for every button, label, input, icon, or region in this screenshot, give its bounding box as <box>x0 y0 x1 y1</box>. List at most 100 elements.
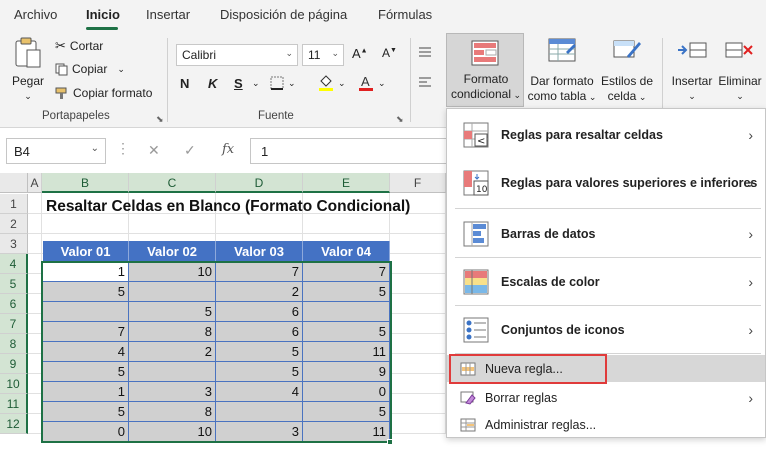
table-cell[interactable]: 5 <box>216 342 303 362</box>
table-cell[interactable]: 5 <box>129 302 216 322</box>
table-cell[interactable] <box>303 302 390 322</box>
table-cell[interactable]: 2 <box>129 342 216 362</box>
table-cell[interactable]: 3 <box>216 422 303 442</box>
font-color-button[interactable]: A ⌄ <box>358 74 386 92</box>
row-header[interactable]: 5 <box>0 274 28 294</box>
italic-button[interactable]: K <box>208 76 217 91</box>
row-header[interactable]: 12 <box>0 414 28 434</box>
paste-dropdown-icon[interactable]: ⌄ <box>8 89 48 104</box>
menu-item-color-scales[interactable]: Escalas de color › <box>447 261 765 303</box>
table-cell[interactable]: 10 <box>129 422 216 442</box>
underline-dropdown-icon[interactable]: ⌄ <box>252 78 260 89</box>
cell-styles-button[interactable]: Estilos de celda ⌄ <box>598 38 656 105</box>
copy-button[interactable]: Copiar ⌄ <box>55 62 125 76</box>
table-cell[interactable]: 1 <box>43 382 129 402</box>
row-header[interactable]: 8 <box>0 334 28 354</box>
table-cell[interactable]: 7 <box>216 262 303 282</box>
row-header[interactable]: 11 <box>0 394 28 414</box>
table-cell[interactable] <box>129 362 216 382</box>
table-cell[interactable]: 5 <box>303 282 390 302</box>
paste-button[interactable]: Pegar ⌄ <box>8 36 48 104</box>
row-header[interactable]: 10 <box>0 374 28 394</box>
manage-rules-item[interactable]: Administrar reglas... <box>447 411 765 438</box>
column-header-c[interactable]: C <box>129 173 216 193</box>
table-cell[interactable]: 7 <box>303 262 390 282</box>
table-cell[interactable]: 4 <box>43 342 129 362</box>
table-cell[interactable] <box>43 302 129 322</box>
menu-item-icon-sets[interactable]: Conjuntos de iconos › <box>447 309 765 351</box>
menu-item-highlight-rules[interactable]: < Reglas para resaltar celdas › <box>447 115 765 155</box>
column-header-e[interactable]: E <box>303 173 390 193</box>
font-name-combo[interactable]: Calibri ⌄ <box>176 44 298 66</box>
tab-archivo[interactable]: Archivo <box>14 7 57 22</box>
table-header-valor-02[interactable]: Valor 02 <box>129 241 216 262</box>
delete-cells-button[interactable]: Eliminar ⌄ <box>716 38 764 104</box>
table-cell[interactable]: 5 <box>43 282 129 302</box>
menu-item-data-bars[interactable]: Barras de datos › <box>447 213 765 255</box>
table-cell[interactable]: 5 <box>43 362 129 382</box>
table-cell[interactable]: 11 <box>303 422 390 442</box>
insert-function-icon[interactable]: fx <box>222 142 234 157</box>
table-header-valor-04[interactable]: Valor 04 <box>303 241 390 262</box>
more-options-icon[interactable]: ⋮ <box>116 140 130 157</box>
table-header-valor-03[interactable]: Valor 03 <box>216 241 303 262</box>
row-header[interactable]: 1 <box>0 194 28 214</box>
table-cell[interactable]: 0 <box>43 422 129 442</box>
table-header-valor-01[interactable]: Valor 01 <box>43 241 129 262</box>
copy-dropdown-icon[interactable]: ⌄ <box>117 64 125 75</box>
column-header-b[interactable]: B <box>42 173 129 193</box>
format-as-table-button[interactable]: Dar formato como tabla ⌄ <box>526 38 598 105</box>
menu-item-top-bottom-rules[interactable]: 10 Reglas para valores superiores e infe… <box>447 163 765 203</box>
row-header[interactable]: 6 <box>0 294 28 314</box>
table-cell[interactable]: 4 <box>216 382 303 402</box>
select-all-corner[interactable] <box>0 173 28 193</box>
font-size-combo[interactable]: 11 ⌄ <box>302 44 344 66</box>
tab-insertar[interactable]: Insertar <box>146 7 190 22</box>
chevron-down-icon[interactable]: ⌄ <box>91 143 99 154</box>
table-cell[interactable]: 5 <box>216 362 303 382</box>
name-box[interactable]: B4 ⌄ <box>6 138 106 164</box>
table-cell[interactable]: 6 <box>216 302 303 322</box>
table-cell[interactable]: 0 <box>303 382 390 402</box>
column-header-d[interactable]: D <box>216 173 303 193</box>
format-painter-button[interactable]: Copiar formato <box>55 86 152 100</box>
column-header-f[interactable]: F <box>390 173 446 193</box>
fill-color-button[interactable]: ⌄ <box>318 74 346 92</box>
bold-button[interactable]: N <box>180 76 189 91</box>
table-cell[interactable]: 8 <box>129 322 216 342</box>
increase-font-button[interactable]: A▲ <box>352 46 368 61</box>
align-left-button[interactable] <box>418 76 432 90</box>
table-cell[interactable]: 10 <box>129 262 216 282</box>
cut-button[interactable]: ✂ Cortar <box>55 38 103 54</box>
column-header-a[interactable]: A <box>28 173 42 193</box>
underline-button[interactable]: S <box>234 76 243 91</box>
table-cell[interactable] <box>216 402 303 422</box>
row-header[interactable]: 4 <box>0 254 28 274</box>
table-cell[interactable]: 6 <box>216 322 303 342</box>
insert-cells-button[interactable]: Insertar ⌄ <box>668 38 716 104</box>
align-top-button[interactable] <box>418 46 432 60</box>
table-cell[interactable]: 1 <box>43 262 129 282</box>
font-launcher-icon[interactable]: ⬊ <box>396 114 404 125</box>
table-cell[interactable]: 5 <box>303 322 390 342</box>
table-cell[interactable]: 7 <box>43 322 129 342</box>
table-cell[interactable]: 5 <box>303 402 390 422</box>
table-cell[interactable]: 3 <box>129 382 216 402</box>
table-cell[interactable]: 11 <box>303 342 390 362</box>
conditional-format-button[interactable]: Formato condicional ⌄ <box>446 33 524 107</box>
row-header[interactable]: 7 <box>0 314 28 334</box>
table-cell[interactable]: 8 <box>129 402 216 422</box>
fill-handle[interactable] <box>387 439 393 445</box>
row-header[interactable]: 2 <box>0 214 28 234</box>
table-cell[interactable]: 9 <box>303 362 390 382</box>
tab-disposicion[interactable]: Disposición de página <box>220 7 347 22</box>
tab-inicio[interactable]: Inicio <box>86 7 120 22</box>
table-cell[interactable]: 5 <box>43 402 129 422</box>
sheet-title[interactable]: Resaltar Celdas en Blanco (Formato Condi… <box>46 198 410 216</box>
clear-rules-item[interactable]: Borrar reglas › <box>447 384 765 411</box>
table-cell[interactable]: 2 <box>216 282 303 302</box>
borders-button[interactable]: ⌄ <box>270 76 296 90</box>
tab-formulas[interactable]: Fórmulas <box>378 7 432 22</box>
table-cell[interactable] <box>129 282 216 302</box>
row-header[interactable]: 3 <box>0 234 28 254</box>
